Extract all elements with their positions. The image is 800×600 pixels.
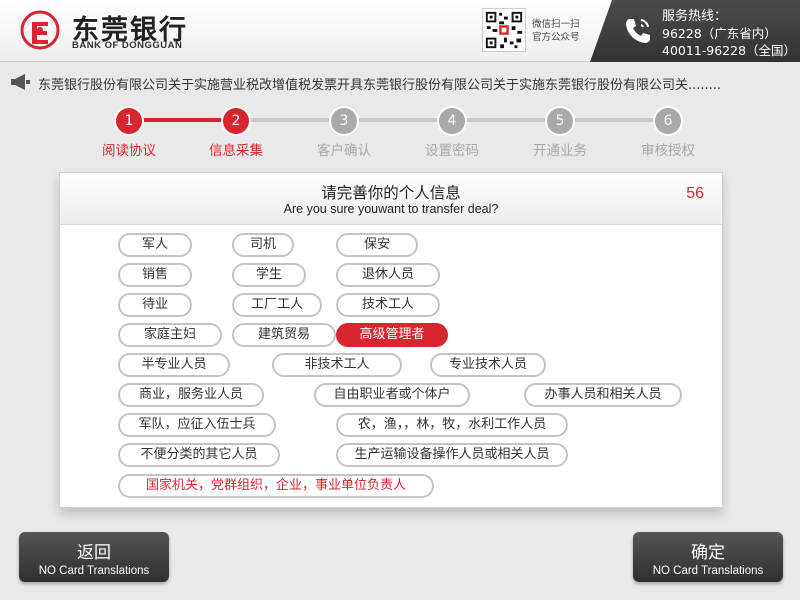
bank-name-en: BANK OF DONGGUAN bbox=[72, 40, 183, 51]
confirm-button-label: 确定 bbox=[691, 543, 725, 563]
occupation-option[interactable]: 司机 bbox=[232, 233, 294, 257]
occupation-option[interactable]: 工厂工人 bbox=[232, 293, 322, 317]
step-label: 开通业务 bbox=[533, 143, 587, 159]
countdown-timer: 56 bbox=[686, 185, 704, 202]
confirm-button[interactable]: 确定 NO Card Translations bbox=[633, 532, 783, 582]
megaphone-icon bbox=[11, 74, 30, 90]
step-connector bbox=[236, 118, 344, 122]
step-connector bbox=[452, 118, 560, 122]
step-connector bbox=[560, 118, 668, 122]
bank-logo-icon bbox=[20, 10, 60, 50]
occupation-option[interactable]: 半专业人员 bbox=[118, 353, 230, 377]
occupation-option[interactable]: 军队，应征入伍士兵 bbox=[118, 413, 276, 437]
occupation-option[interactable]: 生产运输设备操作人员或相关人员 bbox=[336, 443, 568, 467]
occupation-option[interactable]: 建筑贸易 bbox=[232, 323, 336, 347]
step-connector bbox=[129, 118, 236, 122]
occupation-option[interactable]: 技术工人 bbox=[336, 293, 440, 317]
occupation-option[interactable]: 专业技术人员 bbox=[430, 353, 546, 377]
notice-bar: 东莞银行股份有限公司关于实施营业税改增值税发票开具东莞银行股份有限公司关于实施东… bbox=[0, 70, 800, 96]
step-number: 5 bbox=[547, 108, 573, 134]
hotline-national: 40011-96228（全国） bbox=[662, 43, 797, 58]
qr-caption-line2: 官方公众号 bbox=[532, 32, 580, 43]
step-label: 信息采集 bbox=[209, 143, 263, 159]
confirm-button-sublabel: NO Card Translations bbox=[652, 565, 764, 577]
back-button-label: 返回 bbox=[77, 543, 111, 563]
occupation-option[interactable]: 学生 bbox=[232, 263, 306, 287]
step-connector bbox=[344, 118, 452, 122]
panel-title: 请完善你的个人信息 bbox=[321, 184, 461, 202]
occupation-option[interactable]: 自由职业者或个体户 bbox=[314, 383, 470, 407]
panel-subtitle: Are you sure youwant to transfer deal? bbox=[283, 202, 499, 216]
step-number: 6 bbox=[655, 108, 681, 134]
occupation-option[interactable]: 退休人员 bbox=[336, 263, 440, 287]
panel-header: 请完善你的个人信息 Are you sure youwant to transf… bbox=[60, 173, 722, 225]
qr-caption-line1: 微信扫一扫 bbox=[532, 19, 580, 30]
hotline-title: 服务热线： bbox=[662, 9, 728, 24]
phone-icon bbox=[626, 19, 650, 43]
back-button-sublabel: NO Card Translations bbox=[38, 565, 150, 577]
occupation-option[interactable]: 农，渔，，林，牧，水利工作人员 bbox=[336, 413, 568, 437]
occupation-option[interactable]: 非技术工人 bbox=[272, 353, 402, 377]
step-label: 设置密码 bbox=[425, 143, 479, 159]
step-number: 4 bbox=[439, 108, 465, 134]
occupation-option[interactable]: 保安 bbox=[336, 233, 418, 257]
occupation-option[interactable]: 家庭主妇 bbox=[118, 323, 222, 347]
step-label: 客户确认 bbox=[317, 143, 371, 159]
occupation-option[interactable]: 高级管理者 bbox=[336, 323, 448, 347]
occupation-option[interactable]: 商业，服务业人员 bbox=[118, 383, 264, 407]
qr-code-icon bbox=[482, 8, 526, 52]
occupation-option[interactable]: 销售 bbox=[118, 263, 192, 287]
back-button[interactable]: 返回 NO Card Translations bbox=[19, 532, 169, 582]
progress-steps: 1 阅读协议 2 信息采集 3 客户确认 4 设置密码 5 开通业务 6 审核授权 bbox=[0, 104, 800, 164]
notice-text: 东莞银行股份有限公司关于实施营业税改增值税发票开具东莞银行股份有限公司关于实施东… bbox=[38, 78, 722, 93]
step-label: 阅读协议 bbox=[102, 143, 156, 159]
info-panel: 请完善你的个人信息 Are you sure youwant to transf… bbox=[59, 172, 723, 508]
step-number: 3 bbox=[331, 108, 357, 134]
occupation-option[interactable]: 国家机关，党群组织，企业，事业单位负责人 bbox=[118, 474, 434, 498]
occupation-option[interactable]: 办事人员和相关人员 bbox=[524, 383, 682, 407]
step-label: 审核授权 bbox=[641, 143, 695, 159]
occupation-option[interactable]: 军人 bbox=[118, 233, 192, 257]
step-number: 1 bbox=[116, 108, 142, 134]
qr-caption: 微信扫一扫 官方公众号 bbox=[532, 18, 580, 44]
occupation-option[interactable]: 待业 bbox=[118, 293, 192, 317]
step-number: 2 bbox=[223, 108, 249, 134]
occupation-option[interactable]: 不便分类的其它人员 bbox=[118, 443, 280, 467]
